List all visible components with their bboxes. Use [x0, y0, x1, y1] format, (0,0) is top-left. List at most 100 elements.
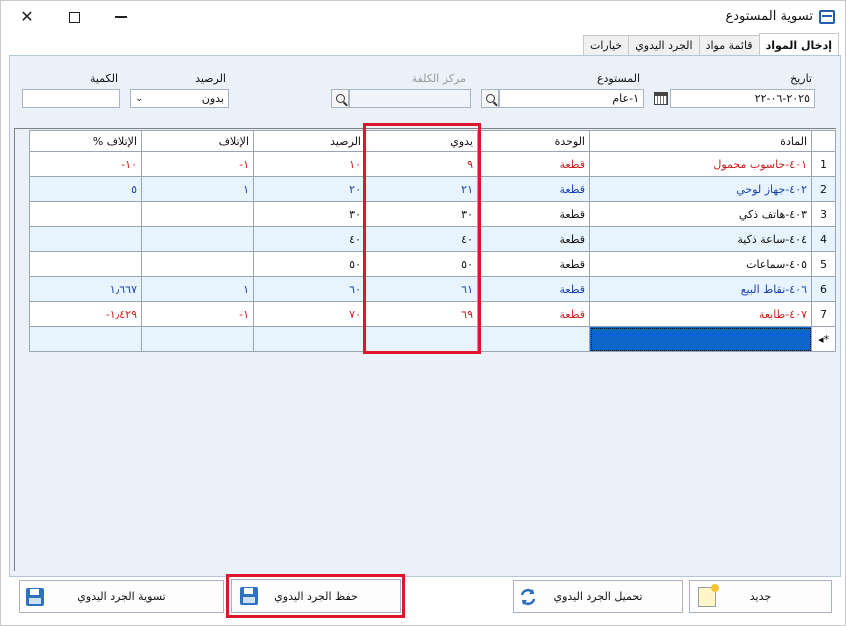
- unit-cell[interactable]: قطعة: [477, 251, 590, 277]
- manual-cell[interactable]: ٣٠: [365, 201, 478, 227]
- new-row-item-cell[interactable]: [589, 326, 812, 352]
- manual-cell[interactable]: ٤٠: [365, 226, 478, 252]
- item-cell[interactable]: ٤٠٤-ساعة ذكية: [589, 226, 812, 252]
- settle-manual-count-label: تسوية الجرد اليدوي: [77, 590, 166, 603]
- manual-cell[interactable]: ٦١: [365, 276, 478, 302]
- new-row-balance-cell[interactable]: [253, 326, 366, 352]
- row-header-corner: [811, 130, 836, 152]
- quantity-label: الكمية: [89, 72, 118, 85]
- damage-cell[interactable]: [141, 226, 254, 252]
- unit-cell[interactable]: قطعة: [477, 226, 590, 252]
- item-cell[interactable]: ٤٠٣-هاتف ذكي: [589, 201, 812, 227]
- balance-select[interactable]: ⌄ بدون: [130, 89, 229, 108]
- damage-cell[interactable]: ١: [141, 176, 254, 202]
- cost-center-search-button[interactable]: [331, 89, 349, 108]
- new-row-damage-cell[interactable]: [141, 326, 254, 352]
- table-row[interactable]: 4 ٤٠٤-ساعة ذكية قطعة ٤٠ ٤٠: [29, 226, 836, 252]
- column-header-balance[interactable]: الرصيد: [253, 130, 366, 152]
- app-window-icon: [819, 9, 835, 24]
- tab-items-list[interactable]: قائمة مواد: [698, 35, 760, 55]
- quantity-field[interactable]: [22, 89, 120, 108]
- unit-cell[interactable]: قطعة: [477, 301, 590, 327]
- new-button-label: جديد: [749, 590, 772, 603]
- load-manual-count-label: تحميل الجرد اليدوي: [553, 590, 643, 603]
- manual-cell[interactable]: ٢١: [365, 176, 478, 202]
- damage-cell[interactable]: ١-: [141, 151, 254, 177]
- item-cell[interactable]: ٤٠١-حاسوب محمول: [589, 151, 812, 177]
- column-header-unit[interactable]: الوحدة: [477, 130, 590, 152]
- search-icon: [335, 94, 345, 103]
- table-row[interactable]: 2 ٤٠٢-جهاز لوحي قطعة ٢١ ٢٠ ١ ٥: [29, 176, 836, 202]
- cost-center-field[interactable]: [349, 89, 471, 108]
- settle-manual-count-button[interactable]: تسوية الجرد اليدوي: [19, 580, 224, 613]
- tab-items-entry[interactable]: إدخال المواد: [758, 33, 839, 55]
- manual-cell[interactable]: ٥٠: [365, 251, 478, 277]
- damage-percent-cell[interactable]: ٥: [29, 176, 142, 202]
- chevron-down-icon: ⌄: [135, 93, 144, 104]
- unit-cell[interactable]: قطعة: [477, 151, 590, 177]
- date-picker-button[interactable]: [652, 89, 670, 108]
- row-number: 6: [811, 276, 836, 302]
- row-number: 3: [811, 201, 836, 227]
- column-header-damage-percent[interactable]: الإتلاف %: [29, 130, 142, 152]
- damage-percent-cell[interactable]: ١٫٤٢٩-: [29, 301, 142, 327]
- manual-cell[interactable]: ٩: [365, 151, 478, 177]
- balance-cell[interactable]: ٣٠: [253, 201, 366, 227]
- balance-cell[interactable]: ٤٠: [253, 226, 366, 252]
- maximize-window-button[interactable]: [51, 1, 97, 33]
- item-cell[interactable]: ٤٠٢-جهاز لوحي: [589, 176, 812, 202]
- item-cell[interactable]: ٤٠٦-نقاط البيع: [589, 276, 812, 302]
- balance-cell[interactable]: ٢٠: [253, 176, 366, 202]
- warehouse-search-button[interactable]: [481, 89, 499, 108]
- table-row[interactable]: 6 ٤٠٦-نقاط البيع قطعة ٦١ ٦٠ ١ ١٫٦٦٧: [29, 276, 836, 302]
- unit-cell[interactable]: قطعة: [477, 276, 590, 302]
- warehouse-field[interactable]: ١-عام: [499, 89, 644, 108]
- damage-percent-cell[interactable]: [29, 201, 142, 227]
- item-cell[interactable]: ٤٠٥-سماعات: [589, 251, 812, 277]
- minimize-window-button[interactable]: [98, 1, 144, 33]
- cost-center-label: مركز الكلفة: [411, 72, 466, 85]
- items-grid: المادة الوحدة يدوي الرصيد الإتلاف الإتلا…: [14, 128, 836, 571]
- balance-label: الرصيد: [195, 72, 226, 85]
- close-icon: ✕: [20, 7, 34, 26]
- balance-cell[interactable]: ١٠: [253, 151, 366, 177]
- damage-cell[interactable]: ١-: [141, 301, 254, 327]
- unit-cell[interactable]: قطعة: [477, 201, 590, 227]
- warehouse-label: المستودع: [596, 72, 640, 85]
- table-row[interactable]: 3 ٤٠٣-هاتف ذكي قطعة ٣٠ ٣٠: [29, 201, 836, 227]
- row-number: 1: [811, 151, 836, 177]
- items-table: المادة الوحدة يدوي الرصيد الإتلاف الإتلا…: [29, 130, 836, 352]
- damage-percent-cell[interactable]: [29, 226, 142, 252]
- damage-percent-cell[interactable]: ١٠-: [29, 151, 142, 177]
- new-row-manual-cell[interactable]: [365, 326, 478, 352]
- balance-cell[interactable]: ٦٠: [253, 276, 366, 302]
- row-number: 2: [811, 176, 836, 202]
- new-row-damage-percent-cell[interactable]: [29, 326, 142, 352]
- column-header-item[interactable]: المادة: [589, 130, 812, 152]
- item-cell[interactable]: ٤٠٧-طابعة: [589, 301, 812, 327]
- tab-options[interactable]: خيارات: [582, 35, 630, 55]
- table-row[interactable]: 5 ٤٠٥-سماعات قطعة ٥٠ ٥٠: [29, 251, 836, 277]
- column-header-manual[interactable]: يدوي: [365, 130, 478, 152]
- minimize-icon: [115, 16, 127, 18]
- tab-manual-count[interactable]: الجرد اليدوي: [628, 35, 700, 55]
- manual-cell[interactable]: ٦٩: [365, 301, 478, 327]
- damage-percent-cell[interactable]: ١٫٦٦٧: [29, 276, 142, 302]
- damage-cell[interactable]: [141, 251, 254, 277]
- balance-cell[interactable]: ٥٠: [253, 251, 366, 277]
- column-header-damage[interactable]: الإتلاف: [141, 130, 254, 152]
- damage-cell[interactable]: [141, 201, 254, 227]
- table-row[interactable]: 7 ٤٠٧-طابعة قطعة ٦٩ ٧٠ ١- ١٫٤٢٩-: [29, 301, 836, 327]
- save-manual-count-button[interactable]: حفظ الجرد اليدوي: [231, 579, 401, 613]
- load-manual-count-button[interactable]: تحميل الجرد اليدوي: [513, 580, 683, 613]
- new-button[interactable]: جديد: [689, 580, 832, 613]
- unit-cell[interactable]: قطعة: [477, 176, 590, 202]
- new-row[interactable]: *◂: [29, 326, 836, 352]
- damage-cell[interactable]: ١: [141, 276, 254, 302]
- damage-percent-cell[interactable]: [29, 251, 142, 277]
- date-field[interactable]: ٢٠٢٥-٠٦-٢٢: [670, 89, 815, 108]
- balance-cell[interactable]: ٧٠: [253, 301, 366, 327]
- close-window-button[interactable]: ✕: [4, 1, 50, 33]
- table-row[interactable]: 1 ٤٠١-حاسوب محمول قطعة ٩ ١٠ ١- ١٠-: [29, 151, 836, 177]
- new-row-unit-cell[interactable]: [477, 326, 590, 352]
